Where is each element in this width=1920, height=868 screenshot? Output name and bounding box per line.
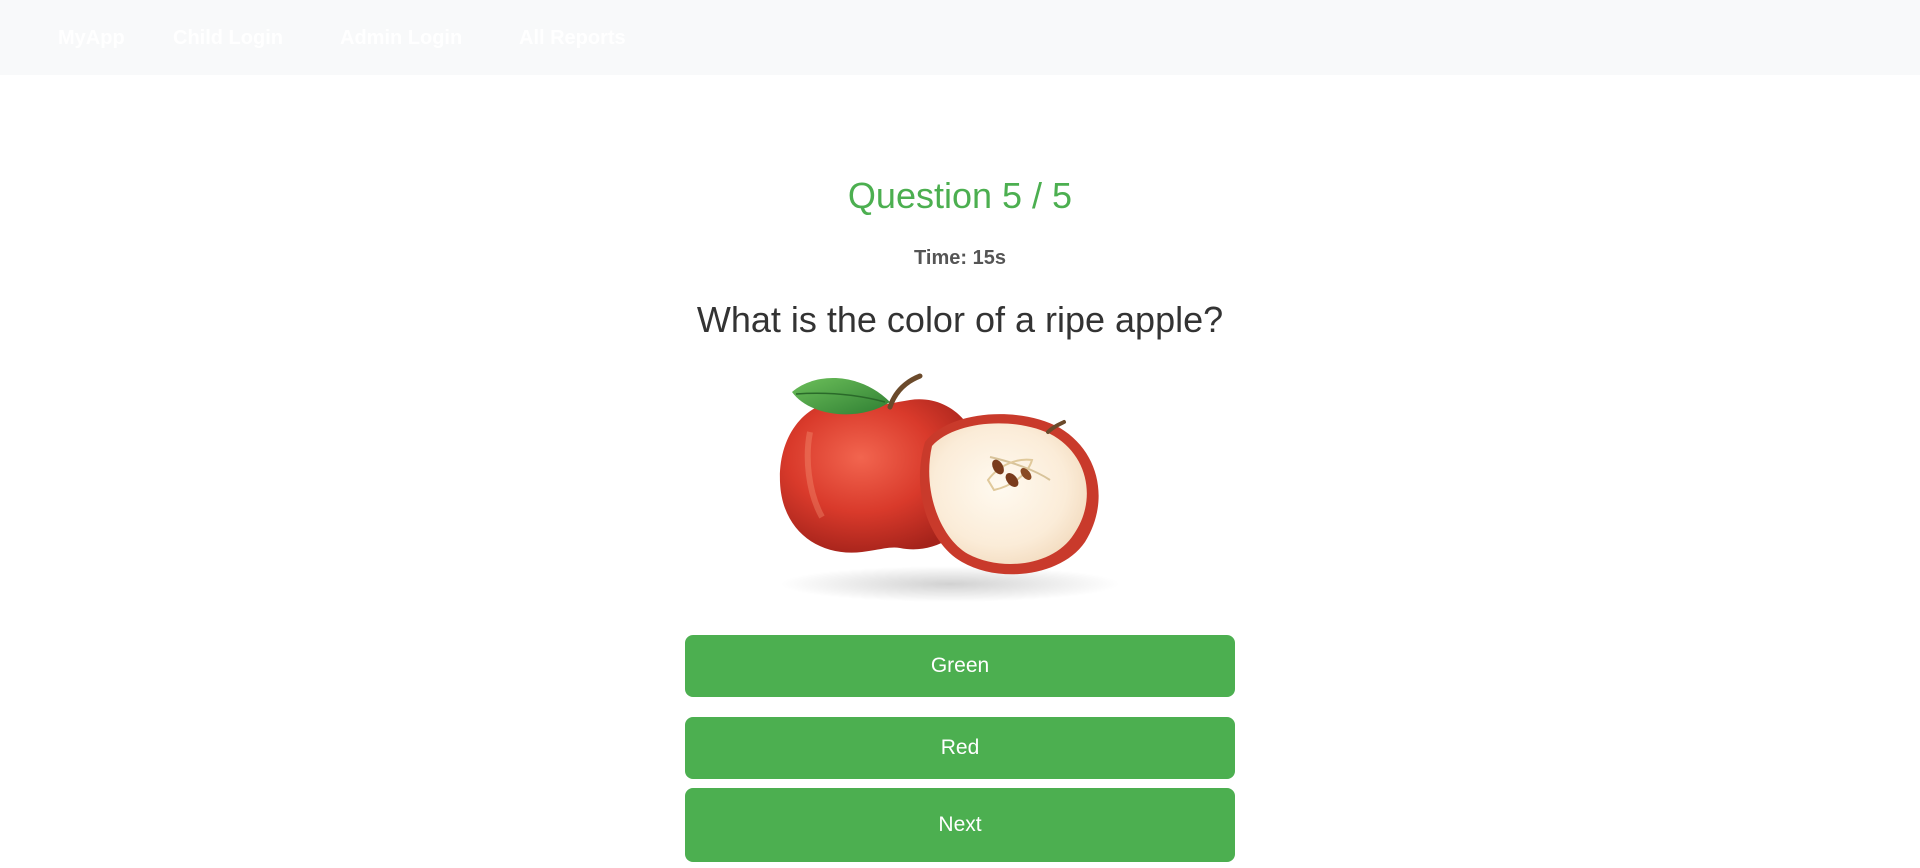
next-button[interactable]: Next [685,788,1235,862]
brand-link[interactable]: MyApp [58,0,125,75]
timer: Time: 15s [914,247,1006,269]
question-counter: Question 5 / 5 [847,175,1073,216]
answer-option-red[interactable]: Red [685,717,1235,779]
nav-child-login[interactable]: Child Login [173,0,283,75]
apple-image [750,362,1170,607]
nav-all-reports[interactable]: All Reports [519,0,626,75]
answer-option-green[interactable]: Green [685,635,1235,697]
question-text: What is the color of a ripe apple? [696,299,1224,340]
nav-admin-login[interactable]: Admin Login [340,0,462,75]
navbar: MyApp Child Login Admin Login All Report… [0,0,1920,75]
